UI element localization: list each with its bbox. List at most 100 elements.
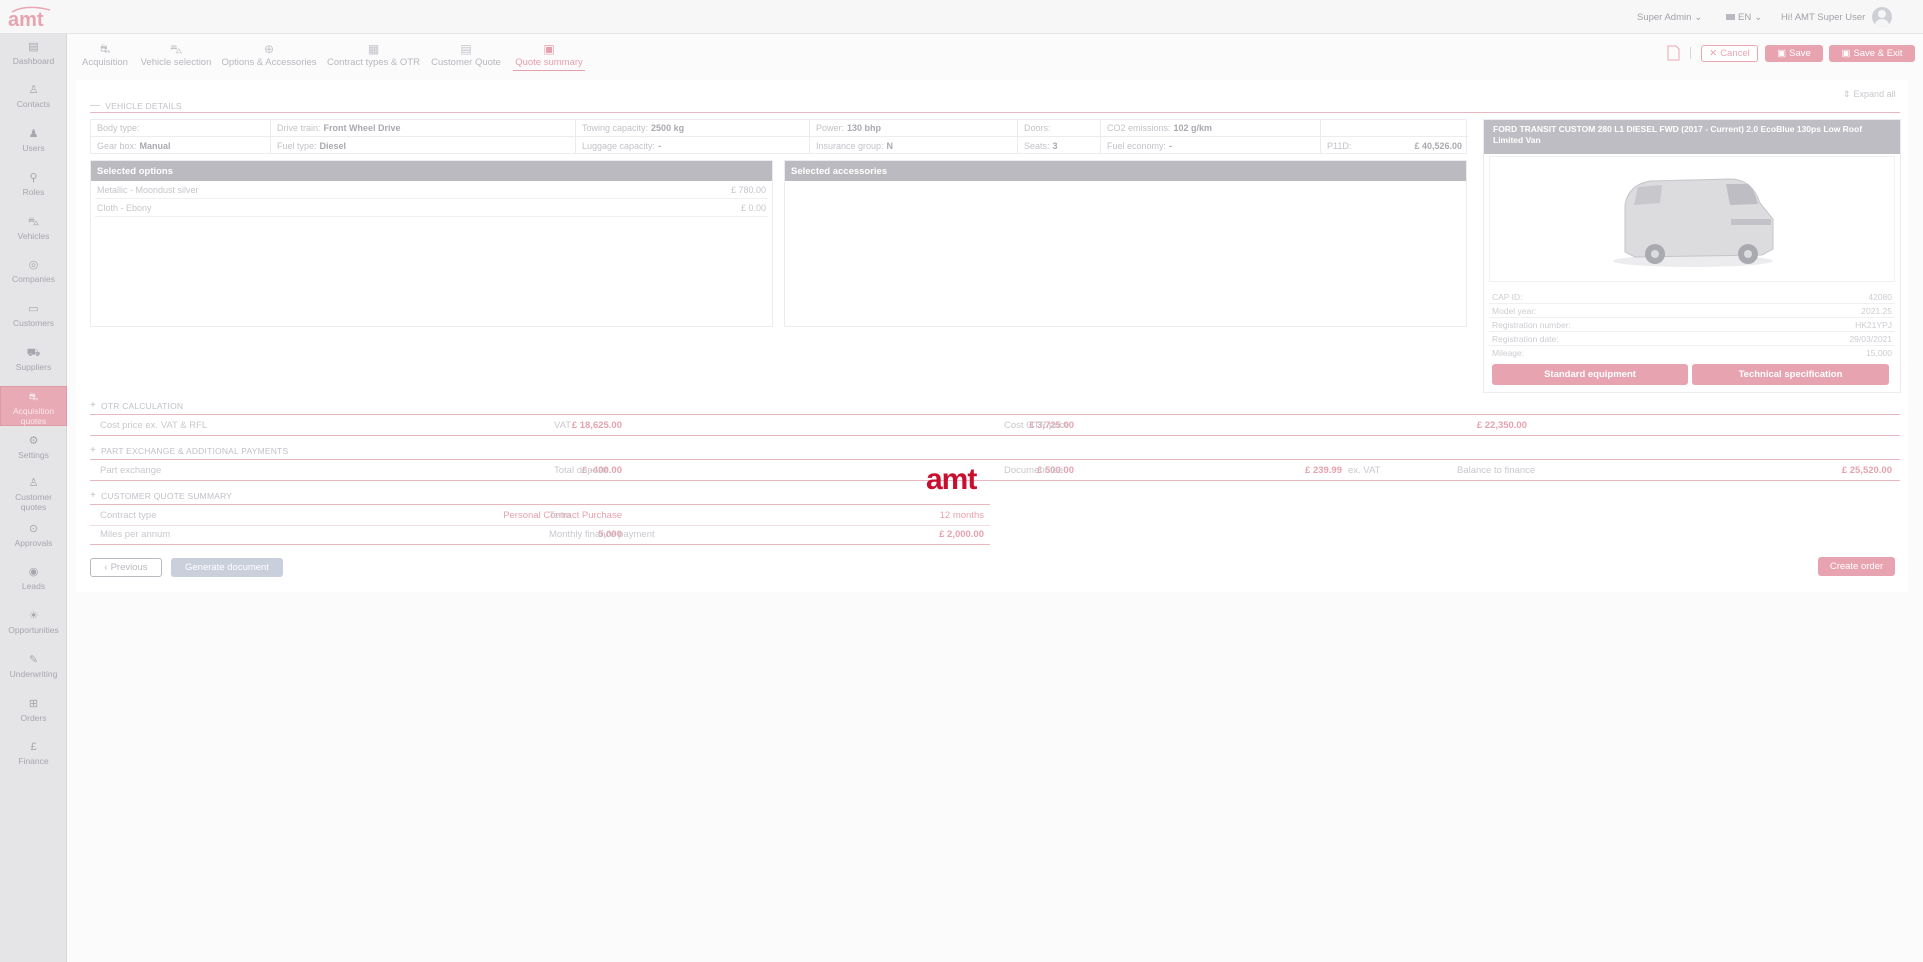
section-title: PART EXCHANGE & ADDITIONAL PAYMENTS	[101, 445, 289, 456]
spec-cell: Towing capacity: 2500 kg	[576, 120, 810, 137]
amt-watermark-logo: amt	[926, 463, 977, 496]
vehicle-info-row: Registration number: HK21YPJ	[1489, 318, 1895, 332]
tab-vehicle-selection[interactable]: ⛍ Vehicle selection	[138, 42, 214, 68]
sidebar-item-opportunities[interactable]: ☀ Opportunities	[0, 610, 67, 635]
sidebar-item-finance[interactable]: £ Finance	[0, 741, 67, 766]
companies-icon: ◎	[28, 259, 39, 271]
tab-acquisition[interactable]: ⛐ Acquisition	[80, 42, 130, 68]
section-title: VEHICLE DETAILS	[105, 100, 182, 111]
vehicle-card: FORD TRANSIT CUSTOM 280 L1 DIESEL FWD (2…	[1483, 119, 1901, 393]
sidebar-item-label: Users	[22, 143, 45, 153]
tab-options-accessories[interactable]: ⊕ Options & Accessories	[221, 42, 317, 68]
cancel-button[interactable]: ✕ Cancel	[1701, 45, 1758, 62]
miles-label: Miles per annum	[100, 528, 171, 540]
button-label: Previous	[110, 562, 148, 573]
previous-button[interactable]: ‹ Previous	[90, 558, 162, 577]
sidebar-item-suppliers[interactable]: ⛟ Suppliers	[0, 347, 67, 372]
user-menu[interactable]: Hi! AMT Super User	[1781, 0, 1893, 34]
customer-quotes-icon: ♙	[28, 477, 39, 489]
sidebar-item-settings[interactable]: ⚙ Settings	[0, 435, 67, 460]
save-exit-button[interactable]: ▣ Save & Exit	[1829, 45, 1915, 62]
standard-equipment-button[interactable]: Standard equipment	[1492, 364, 1688, 385]
spec-cell	[1321, 120, 1468, 137]
chevron-left-icon: ‹	[104, 562, 108, 573]
sidebar-item-underwriting[interactable]: ✎ Underwriting	[0, 654, 67, 679]
dashboard-icon: ▤	[28, 41, 39, 53]
selected-accessories-panel: Selected accessories	[784, 160, 1467, 327]
spec-cell: Seats: 3	[1018, 137, 1101, 154]
vehicle-info-row: Model year: 2021.25	[1489, 304, 1895, 318]
calculator-icon: ▦	[367, 42, 380, 56]
sidebar-item-customers[interactable]: ▭ Customers	[0, 303, 67, 328]
tab-customer-quote[interactable]: ▤ Customer Quote	[430, 42, 502, 68]
sidebar-item-label: Customer quotes	[15, 492, 52, 512]
deposit-label: Total deposit	[554, 464, 608, 476]
divider	[90, 112, 1900, 113]
cost-value: £ 18,625.00	[571, 419, 622, 431]
sidebar-item-roles[interactable]: ⚲ Roles	[0, 172, 67, 197]
vehicle-info-row: Registration date: 29/03/2021	[1489, 332, 1895, 346]
spec-cell: Gear box: Manual	[91, 137, 271, 154]
role-selector[interactable]: Super Admin ⌄	[1637, 0, 1702, 34]
vat-label: VAT	[554, 419, 572, 431]
amt-logo[interactable]: amt	[6, 4, 58, 30]
sidebar-item-vehicles[interactable]: ⛍ Vehicles	[0, 216, 67, 241]
spec-cell: Power: 130 bhp	[810, 120, 1018, 137]
language-label: EN	[1738, 11, 1752, 23]
van-illustration	[1613, 178, 1774, 267]
car-icon: ⛍	[169, 42, 183, 56]
sidebar-item-users[interactable]: ♟ Users	[0, 128, 67, 153]
otr-calculation-header[interactable]: + OTR CALCULATION	[90, 400, 183, 411]
sidebar-item-dashboard[interactable]: ▤ Dashboard	[0, 41, 67, 66]
balance-value: £ 25,520.00	[1841, 464, 1892, 476]
sidebar-item-contacts[interactable]: ♙ Contacts	[0, 84, 67, 109]
sidebar-item-leads[interactable]: ◉ Leads	[0, 566, 67, 591]
gear-icon: ⚙	[28, 435, 39, 447]
list-item: Metallic - Moondust silver £ 780.00	[95, 181, 768, 199]
otr-value: £ 22,350.00	[1476, 419, 1527, 431]
part-exchange-row: Part exchange £ -400.00 Total deposit £ …	[90, 460, 1900, 481]
sidebar-item-acquisition-quotes[interactable]: ⛐ Acquisition quotes	[0, 386, 67, 426]
acquisition-icon: ⛐	[28, 391, 39, 403]
save-button[interactable]: ▣ Save	[1765, 45, 1823, 62]
part-exchange-header[interactable]: + PART EXCHANGE & ADDITIONAL PAYMENTS	[90, 445, 288, 456]
contract-value: Personal Contract Purchase	[503, 509, 622, 521]
vehicle-title: FORD TRANSIT CUSTOM 280 L1 DIESEL FWD (2…	[1484, 120, 1900, 154]
technical-specification-button[interactable]: Technical specification	[1692, 364, 1889, 385]
fee-value: £ 239.99	[1305, 464, 1342, 476]
expand-icon: +	[90, 490, 97, 501]
spec-cell: Luggage capacity: -	[576, 137, 810, 154]
create-order-button[interactable]: Create order	[1818, 557, 1895, 576]
monthly-label: Monthly finance payment	[549, 528, 655, 540]
customer-quote-summary-header[interactable]: + CUSTOMER QUOTE SUMMARY	[90, 490, 232, 501]
sidebar-item-customer-quotes[interactable]: ♙ Customer quotes	[0, 477, 67, 512]
sidebar-item-orders[interactable]: ⊞ Orders	[0, 698, 67, 723]
sidebar-item-approvals[interactable]: ⊙ Approvals	[0, 523, 67, 548]
step-label: Quote summary	[515, 57, 583, 68]
step-label: Contract types & OTR	[327, 57, 420, 68]
document-icon: ▣	[543, 42, 555, 56]
px-label: Part exchange	[100, 464, 162, 476]
generate-document-button[interactable]: Generate document	[171, 558, 283, 577]
expand-all-link[interactable]: ⇕ Expand all	[1843, 89, 1896, 100]
check-circle-icon: ⊙	[28, 523, 39, 535]
pdf-icon[interactable]	[1667, 45, 1680, 61]
collapse-icon: —	[90, 100, 101, 111]
fee-label: Document fee	[1004, 464, 1064, 476]
language-selector[interactable]: EN ⌄	[1726, 0, 1762, 34]
leads-icon: ◉	[28, 566, 39, 578]
tab-quote-summary[interactable]: ▣ Quote summary	[513, 42, 585, 71]
tab-contract-types-otr[interactable]: ▦ Contract types & OTR	[327, 42, 420, 68]
fee-suffix: ex. VAT	[1348, 464, 1381, 476]
selected-options-panel: Selected options Metallic - Moondust sil…	[90, 160, 773, 327]
sidebar-item-label: Settings	[18, 450, 49, 460]
avatar	[1872, 7, 1893, 27]
underwriting-icon: ✎	[28, 654, 39, 666]
sidebar-item-companies[interactable]: ◎ Companies	[0, 259, 67, 284]
truck-icon: ⛟	[26, 347, 41, 359]
spec-cell: CO2 emissions: 102 g/km	[1101, 120, 1321, 137]
spec-cell: Insurance group: N	[810, 137, 1018, 154]
vehicle-details-header[interactable]: — VEHICLE DETAILS	[90, 100, 182, 111]
svg-text:amt: amt	[8, 9, 44, 30]
flag-icon	[1726, 14, 1735, 20]
